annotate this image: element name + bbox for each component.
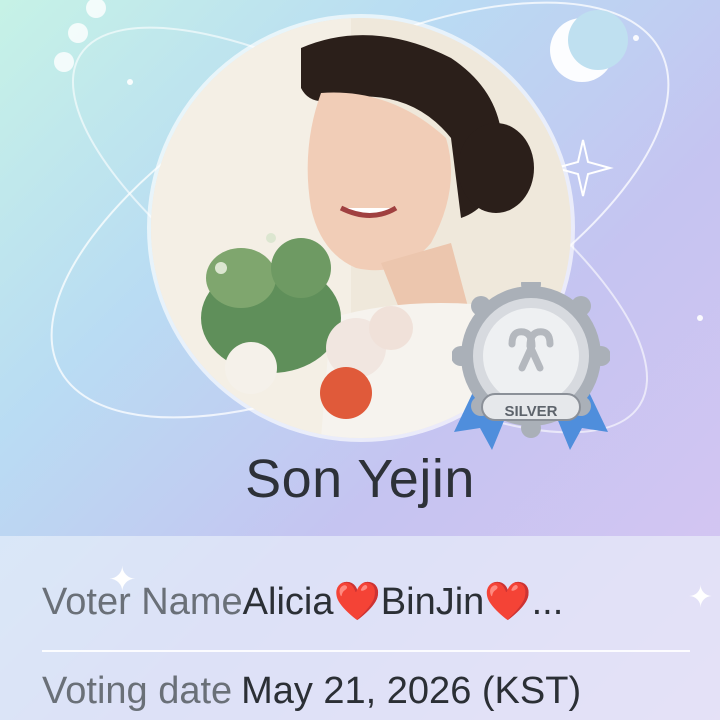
badge-label: SILVER: [504, 403, 558, 420]
voter-name-label: Voter Name: [42, 581, 243, 623]
crescent-moon-icon: [550, 10, 628, 82]
voter-name-row: Voter NameAlicia❤️BinJin❤️...: [42, 580, 690, 624]
divider: [42, 650, 690, 652]
profile-name: Son Yejin: [245, 449, 475, 509]
sparkle-icon: ✦: [688, 581, 714, 614]
voting-date-row: Voting date May 21, 2026 (KST): [42, 670, 690, 713]
voter-name-value: Alicia❤️BinJin❤️...: [242, 581, 564, 623]
voting-date-label: Voting date: [42, 670, 233, 712]
voting-date-value: May 21, 2026 (KST): [241, 670, 582, 712]
